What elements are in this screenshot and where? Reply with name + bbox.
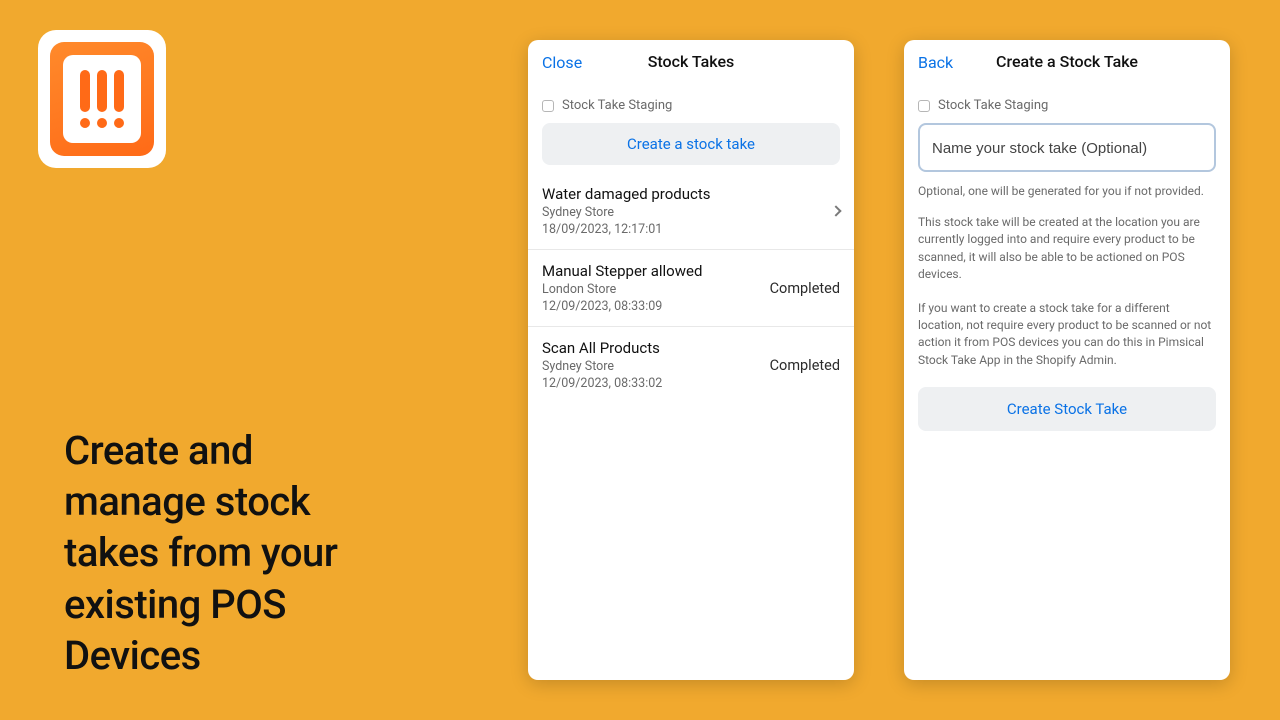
staging-row: Stock Take Staging	[904, 84, 1230, 123]
close-button[interactable]: Close	[542, 40, 582, 84]
name-field-wrap[interactable]	[918, 123, 1216, 172]
staging-label: Stock Take Staging	[562, 98, 672, 113]
row-status: Completed	[770, 280, 840, 297]
stock-take-row[interactable]: Scan All Products Sydney Store 12/09/202…	[528, 327, 854, 403]
create-stock-take-button[interactable]: Create Stock Take	[918, 387, 1216, 431]
info-paragraph-2: If you want to create a stock take for a…	[918, 300, 1216, 370]
row-store: Sydney Store	[542, 205, 832, 220]
row-store: London Store	[542, 282, 770, 297]
stock-take-list: Water damaged products Sydney Store 18/0…	[528, 173, 854, 403]
row-datetime: 12/09/2023, 08:33:02	[542, 376, 770, 391]
hero-headline: Create and manage stock takes from your …	[64, 425, 364, 681]
app-logo	[38, 30, 166, 168]
stock-take-row[interactable]: Water damaged products Sydney Store 18/0…	[528, 173, 854, 250]
topbar: Back Create a Stock Take	[904, 40, 1230, 84]
chevron-right-icon	[830, 205, 841, 216]
staging-label: Stock Take Staging	[938, 98, 1048, 113]
row-datetime: 18/09/2023, 12:17:01	[542, 222, 832, 237]
name-input[interactable]	[932, 140, 1202, 157]
row-status: Completed	[770, 357, 840, 374]
screen-create-stock-take: Back Create a Stock Take Stock Take Stag…	[904, 40, 1230, 680]
store-icon	[918, 100, 930, 112]
screen-title: Create a Stock Take	[996, 52, 1138, 71]
store-icon	[542, 100, 554, 112]
row-title: Scan All Products	[542, 339, 770, 357]
staging-row: Stock Take Staging	[528, 84, 854, 123]
back-button[interactable]: Back	[918, 40, 953, 84]
name-hint: Optional, one will be generated for you …	[918, 184, 1216, 198]
info-paragraph-1: This stock take will be created at the l…	[918, 214, 1216, 284]
row-store: Sydney Store	[542, 359, 770, 374]
topbar: Close Stock Takes	[528, 40, 854, 84]
stock-take-row[interactable]: Manual Stepper allowed London Store 12/0…	[528, 250, 854, 327]
app-logo-glyph	[63, 55, 141, 143]
screen-title: Stock Takes	[648, 52, 735, 71]
row-title: Water damaged products	[542, 185, 832, 203]
screen-stock-takes: Close Stock Takes Stock Take Staging Cre…	[528, 40, 854, 680]
create-stock-take-button[interactable]: Create a stock take	[542, 123, 840, 165]
app-logo-inner	[50, 42, 154, 156]
row-title: Manual Stepper allowed	[542, 262, 770, 280]
row-datetime: 12/09/2023, 08:33:09	[542, 299, 770, 314]
